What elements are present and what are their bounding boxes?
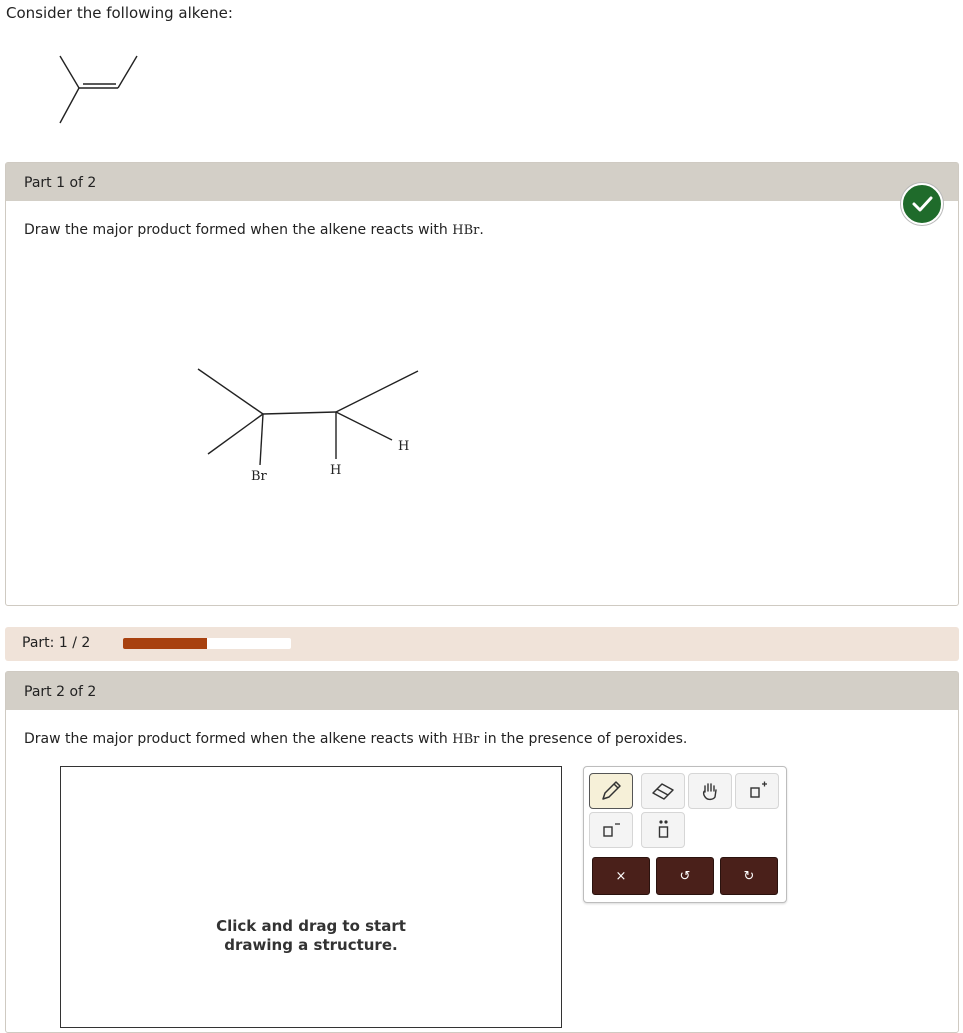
eraser-icon: [652, 783, 674, 800]
atom-label-br: Br: [251, 469, 268, 484]
bond-to-br: [259, 413, 264, 466]
progress-label: Part: 1 / 2: [22, 635, 91, 651]
part1-prompt: Draw the major product formed when the a…: [24, 222, 484, 238]
intro-text: Consider the following alkene:: [6, 4, 233, 22]
remove-charge-icon: [603, 823, 620, 837]
part2-header: Part 2 of 2: [6, 672, 958, 710]
correct-check-icon: [901, 183, 943, 225]
progress-fill: [123, 638, 207, 649]
clear-button[interactable]: ×: [592, 857, 650, 895]
part1-card: Part 1 of 2 Draw the major product forme…: [5, 162, 959, 606]
prompt-suffix: in the presence of peroxides.: [479, 731, 688, 747]
hand-tool-button[interactable]: [688, 773, 732, 809]
redo-button[interactable]: ↻: [720, 857, 778, 895]
prompt-text: Draw the major product formed when the a…: [24, 731, 453, 747]
product-structure: Br H H: [197, 368, 419, 484]
part-progress: Part: 1 / 2: [5, 627, 959, 661]
part1-header: Part 1 of 2: [6, 163, 958, 201]
bond: [207, 413, 264, 455]
remove-charge-button[interactable]: [589, 812, 633, 848]
pencil-tool-button[interactable]: [589, 773, 633, 809]
prompt-suffix: .: [479, 222, 484, 238]
atom-label-h: H: [398, 439, 409, 454]
clear-icon: ×: [615, 868, 627, 884]
lone-pair-icon: [658, 820, 669, 838]
add-charge-button[interactable]: [735, 773, 779, 809]
bond-to-h: [335, 411, 393, 441]
bond: [59, 55, 80, 89]
drawing-canvas[interactable]: Click and drag to start drawing a struct…: [60, 766, 562, 1028]
pencil-icon: [602, 781, 621, 800]
canvas-hint: Click and drag to start drawing a struct…: [216, 917, 406, 954]
eraser-tool-button[interactable]: [641, 773, 685, 809]
lone-pair-button[interactable]: [641, 812, 685, 848]
bond: [117, 55, 138, 89]
part2-prompt: Draw the major product formed when the a…: [24, 731, 687, 747]
redo-icon: ↻: [743, 868, 755, 884]
atom-label-h: H: [330, 463, 341, 478]
hand-icon: [702, 783, 717, 801]
bond: [262, 411, 337, 415]
undo-icon: ↺: [679, 868, 691, 884]
add-charge-icon: [750, 781, 767, 798]
alkene-structure: [59, 55, 138, 124]
prompt-text: Draw the major product formed when the a…: [24, 222, 453, 238]
undo-button[interactable]: ↺: [656, 857, 714, 895]
bond: [59, 87, 80, 124]
reagent-formula: HBr: [452, 732, 480, 747]
reagent-formula: HBr: [452, 223, 480, 238]
bond: [197, 368, 264, 415]
drawing-toolbox: × ↺ ↻: [583, 766, 787, 903]
bond: [335, 370, 419, 413]
progress-track: [123, 638, 291, 649]
